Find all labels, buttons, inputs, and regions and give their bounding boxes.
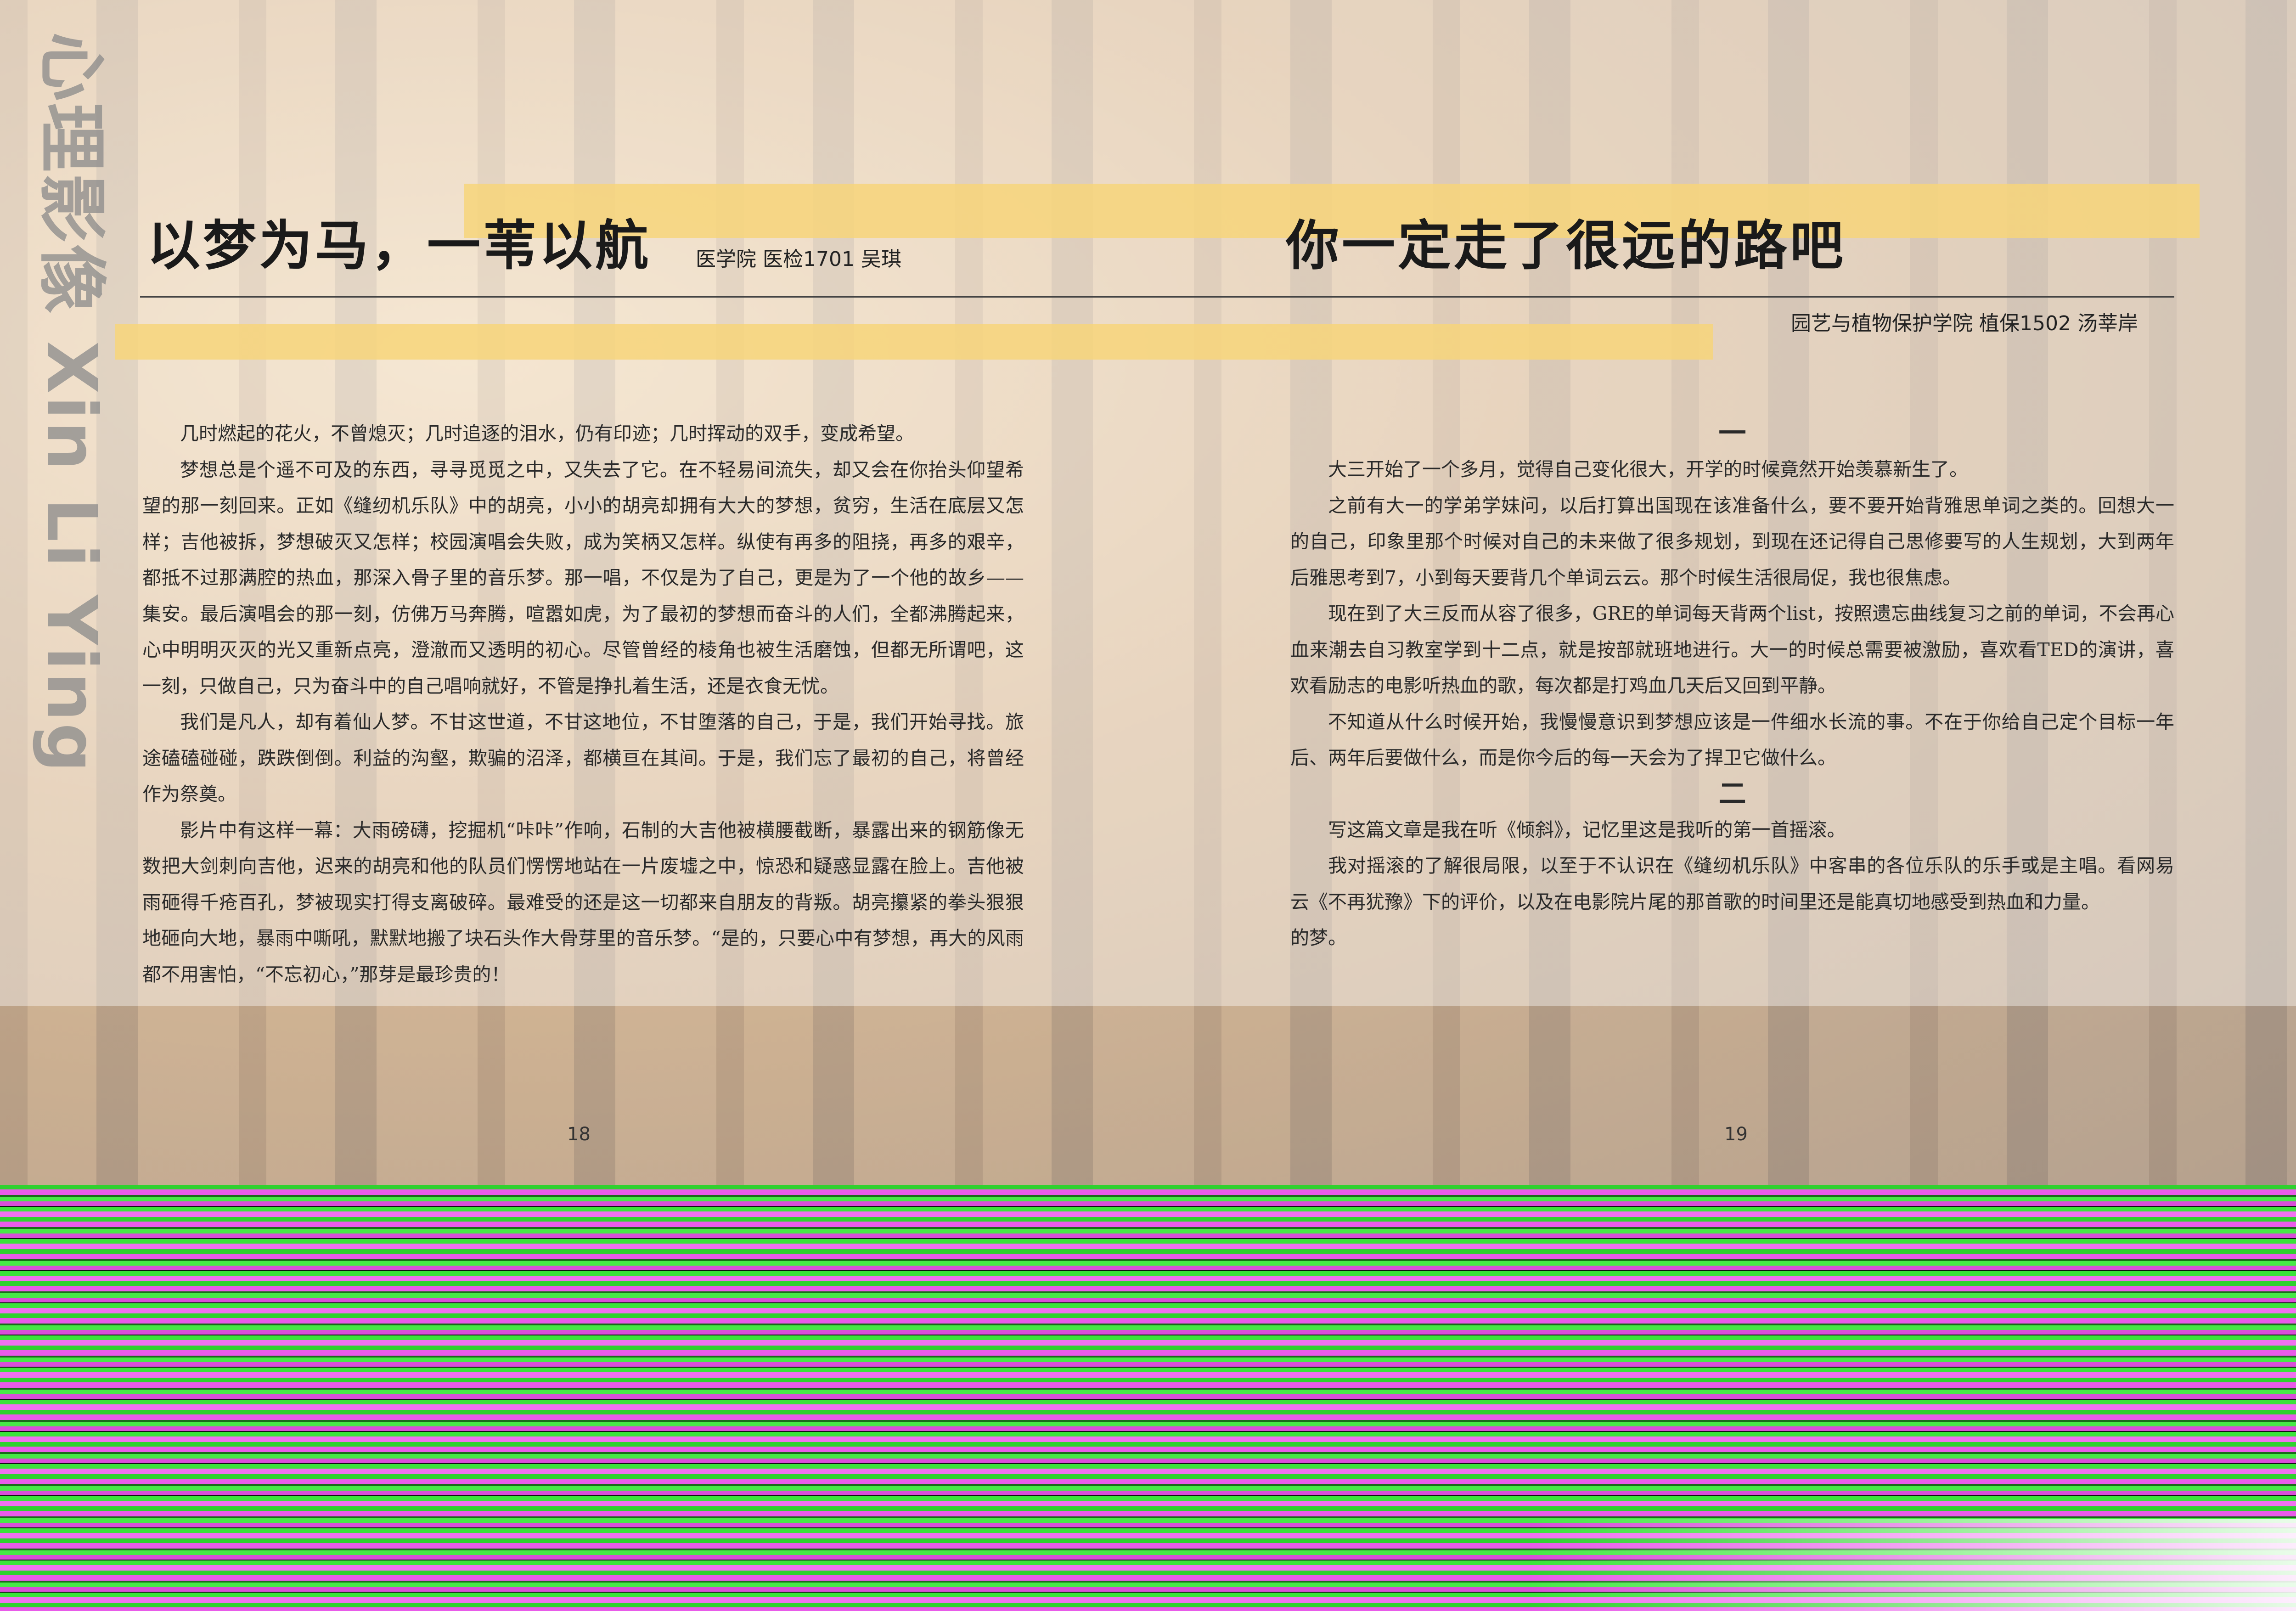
header-rule [140, 296, 2174, 298]
paragraph: 影片中有这样一幕：大雨磅礴，挖掘机“咔咔”作响，石制的大吉他被横腰截断，暴露出来… [142, 819, 1024, 986]
left-article-body: 几时燃起的花火，不曾熄灭；几时追逐的泪水，仍有印迹；几时挥动的双手，变成希望。 … [142, 416, 1024, 992]
page-number-left: 18 [567, 1124, 591, 1145]
paragraph: 我对摇滚的了解很局限，以至于不认识在《缝纫机乐队》中客串的各位乐队的乐手或是主唱… [1290, 855, 2174, 913]
left-article-byline: 医学院 医检1701 吴琪 [696, 248, 901, 271]
section-heading: 二 [1718, 777, 1746, 810]
section-heading: 一 [1718, 417, 1746, 450]
left-article-title: 以梦为马，一苇以航 [147, 214, 651, 277]
paragraph: 大三开始了一个多月，觉得自己变化很大，开学的时候竟然开始羡慕新生了。 [1328, 458, 1968, 480]
highlight-bar-middle [115, 324, 1713, 360]
glitch-fade [1530, 1519, 2296, 1611]
right-article-title: 你一定走了很远的路吧 [1286, 214, 1846, 277]
paragraph: 梦想总是个遥不可及的东西，寻寻觅觅之中，又失去了它。在不轻易间流失，却又会在你抬… [142, 458, 1024, 697]
paragraph: 不知道从什么时候开始，我慢慢意识到梦想应该是一件细水长流的事。不在于你给自己定个… [1290, 710, 2174, 769]
right-article-byline: 园艺与植物保护学院 植保1502 汤莘岸 [1791, 312, 2138, 335]
right-article-body: 一 大三开始了一个多月，觉得自己变化很大，开学的时候竟然开始羡慕新生了。 之前有… [1290, 416, 2174, 956]
page-number-right: 19 [1724, 1124, 1748, 1145]
paragraph: 之前有大一的学弟学妹问，以后打算出国现在该准备什么，要不要开始背雅思单词之类的。… [1290, 494, 2174, 589]
background-overlay-lower [0, 1006, 2296, 1185]
paragraph: 现在到了大三反而从容了很多，GRE的单词每天背两个list，按照遗忘曲线复习之前… [1290, 603, 2174, 697]
paragraph: 几时燃起的花火，不曾熄灭；几时追逐的泪水，仍有印迹；几时挥动的双手，变成希望。 [180, 422, 914, 445]
vertical-section-title: 心理影像 Xin Li Ying [28, 32, 115, 1153]
paragraph: 写这篇文章是我在听《倾斜》，记忆里这是我听的第一首摇滚。 [1328, 818, 1846, 841]
magazine-spread: 心理影像 Xin Li Ying 以梦为马，一苇以航 医学院 医检1701 吴琪… [0, 0, 2296, 1611]
paragraph: 的梦。 [1290, 927, 1347, 949]
paragraph: 我们是凡人，却有着仙人梦。不甘这世道，不甘这地位，不甘堕落的自己，于是，我们开始… [142, 711, 1024, 805]
vertical-title-text: 心理影像 Xin Li Ying [31, 32, 111, 774]
